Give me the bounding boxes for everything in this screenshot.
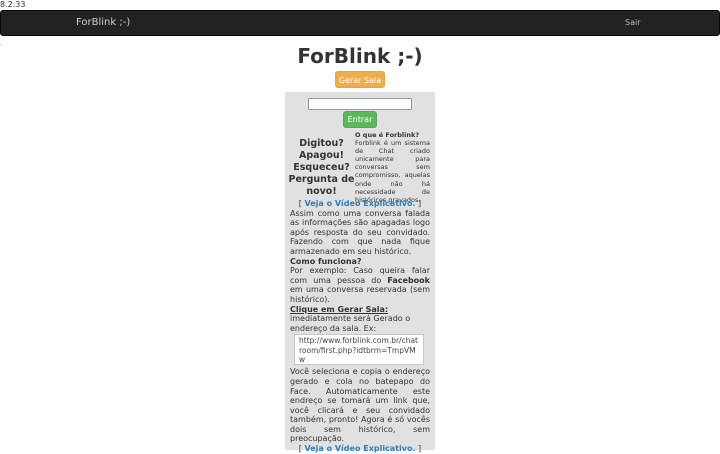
click-generate-heading: Clique em Gerar Sala: [290, 304, 389, 314]
info-section: [ Veja o Vídeo Explicativo. ] Assim como… [290, 199, 430, 454]
about-title: O que é Forblink? [355, 131, 420, 139]
navbar-brand[interactable]: ForBlink ;-) [76, 17, 130, 28]
info-paragraph-3: imediatamente será Gerado o endereço da … [290, 314, 411, 333]
facebook-text: Facebook [387, 275, 430, 285]
how-it-works-heading: Como funciona? [290, 256, 362, 266]
slogan-text: Digitou? Apagou! Esqueceu? Pergunta de n… [288, 138, 355, 197]
generate-room-button[interactable]: Gerar Sala [335, 71, 385, 88]
page-title: ForBlink ;-) [297, 44, 423, 68]
version-label: 8.2.33 [0, 0, 26, 9]
video-link[interactable]: Veja o Vídeo Explicativo. [304, 199, 415, 208]
logout-link[interactable]: Sair [625, 18, 641, 27]
p2-text-end: em uma conversa reservada (sem histórico… [290, 285, 430, 304]
about-section: O que é Forblink? Forblink é um sistema … [355, 131, 430, 204]
example-url-textarea[interactable]: http://www.forblink.com.br/chatroom/firs… [294, 334, 424, 366]
about-text: Forblink é um sistema de Chat criado uni… [355, 139, 430, 204]
navbar: ForBlink ;-) Sair [0, 10, 720, 36]
info-paragraph-2: Por exemplo: Caso queira falar com uma p… [290, 266, 430, 304]
enter-button[interactable]: Entrar [343, 111, 377, 128]
info-paragraph-4: Você seleciona e copia o endereço gerado… [290, 367, 430, 444]
room-input[interactable] [308, 98, 412, 110]
video-link-2[interactable]: Veja o Vídeo Explicativo. [304, 444, 415, 453]
video-link-bottom: [ Veja o Vídeo Explicativo. ] [298, 444, 422, 454]
info-paragraph-1: Assim como uma conversa falada as inform… [290, 208, 430, 256]
video-link-top: [ Veja o Vídeo Explicativo. ] [298, 199, 422, 208]
